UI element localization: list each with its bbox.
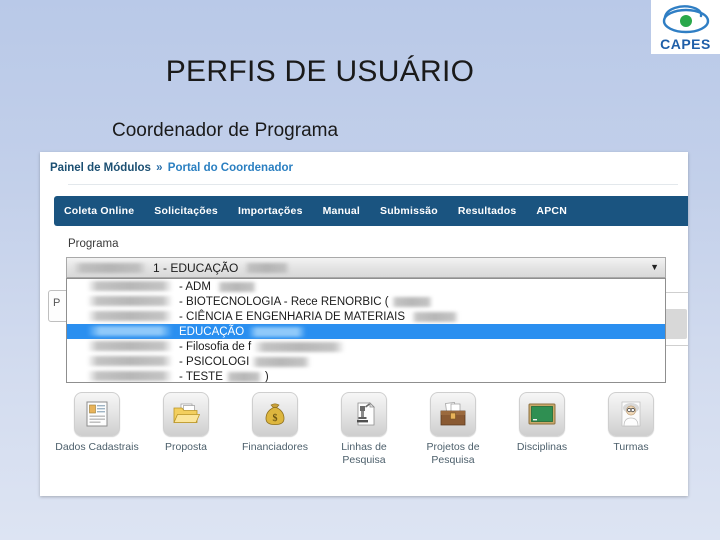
id-card-icon[interactable] (74, 392, 120, 436)
capes-ellipse-mark (662, 4, 709, 33)
programa-select[interactable]: 1 - EDUCAÇÃO ▼ (66, 257, 666, 278)
main-navbar: Coleta Online Solicitações Importações M… (54, 196, 688, 226)
chalkboard-icon[interactable] (519, 392, 565, 436)
nav-item-importacoes[interactable]: Importações (238, 205, 303, 217)
list-item[interactable]: - BIOTECNOLOGIA - Rece RENORBIC ( (67, 294, 665, 309)
list-item-label: - Filosofia de f (179, 341, 346, 353)
list-item[interactable]: - Filosofia de f (67, 339, 665, 354)
redacted-option-code (71, 281, 179, 293)
microscope-icon[interactable] (341, 392, 387, 436)
shortcut-label: Financiadores (242, 441, 308, 453)
list-item-label: - CIÊNCIA E ENGENHARIA DE MATERIAIS (179, 311, 459, 323)
breadcrumb-current: Portal do Coordenador (167, 162, 294, 174)
money-bag-icon[interactable]: $ (252, 392, 298, 436)
background-form-box-left-letter: P (53, 297, 61, 309)
shortcut-label: Linhas de Pesquisa (341, 441, 387, 466)
redacted-option-code (71, 341, 179, 353)
shortcut-label: Disciplinas (516, 441, 568, 453)
header-divider (68, 184, 678, 185)
page-subtitle: Coordenador de Programa (112, 120, 339, 141)
list-item[interactable]: - ADM (67, 279, 665, 294)
shortcut-financiadores[interactable]: $ Financiadores (232, 392, 318, 467)
list-item[interactable]: - PSICOLOGI (67, 354, 665, 369)
nav-item-submissao[interactable]: Submissão (380, 205, 438, 217)
shortcut-dados-cadastrais[interactable]: Dados Cadastrais (54, 392, 140, 467)
redacted-option-code (71, 326, 179, 338)
folder-documents-icon[interactable] (163, 392, 209, 436)
shortcut-disciplinas[interactable]: Disciplinas (499, 392, 585, 467)
list-item-label: - BIOTECNOLOGIA - Rece RENORBIC ( (179, 296, 433, 308)
programa-select-text: 1 - EDUCAÇÃO (153, 260, 239, 275)
capes-wordmark: CAPES (660, 35, 711, 52)
app-screenshot-panel: Painel de Módulos » Portal do Coordenado… (40, 152, 688, 496)
teacher-icon[interactable] (608, 392, 654, 436)
list-item-label: - PSICOLOGI (179, 356, 312, 368)
list-item[interactable]: - CIÊNCIA E ENGENHARIA DE MATERIAIS (67, 309, 665, 324)
shortcut-proposta[interactable]: Proposta (143, 392, 229, 467)
nav-item-coleta-online[interactable]: Coleta Online (64, 205, 134, 217)
shortcut-label: Proposta (164, 441, 208, 453)
chevron-down-icon[interactable]: ▼ (650, 263, 659, 272)
redacted-option-code (71, 311, 179, 323)
list-item[interactable]: - TESTE ) (67, 369, 665, 383)
breadcrumb-root[interactable]: Painel de Módulos (50, 162, 151, 174)
breadcrumb: Painel de Módulos » Portal do Coordenado… (50, 162, 293, 174)
shortcut-turmas[interactable]: Turmas (588, 392, 674, 467)
shortcut-label: Turmas (613, 441, 649, 453)
list-item-label: - TESTE ) (179, 370, 269, 383)
list-item-selected[interactable]: EDUCAÇÃO (67, 324, 665, 339)
shortcut-icon-grid: Dados Cadastrais Proposta $ Financiadore… (54, 392, 674, 467)
shortcut-label: Dados Cadastrais (55, 441, 139, 453)
shortcut-projetos-de-pesquisa[interactable]: Projetos de Pesquisa (410, 392, 496, 467)
nav-item-manual[interactable]: Manual (323, 205, 360, 217)
redacted-option-code (71, 296, 179, 308)
nav-item-apcn[interactable]: APCN (536, 205, 567, 217)
redacted-suffix (244, 262, 291, 273)
nav-item-resultados[interactable]: Resultados (458, 205, 517, 217)
programa-field-label: Programa (68, 238, 119, 250)
redacted-option-code (71, 356, 179, 368)
programa-select-value: 1 - EDUCAÇÃO (67, 260, 291, 275)
redacted-option-code (71, 371, 179, 383)
shortcut-label: Projetos de Pesquisa (426, 441, 480, 466)
svg-text:$: $ (273, 413, 278, 424)
list-item-label: EDUCAÇÃO (179, 326, 307, 338)
programa-dropdown-list[interactable]: - ADM - BIOTECNOLOGIA - Rece RENORBIC ( … (66, 278, 666, 383)
nav-item-solicitacoes[interactable]: Solicitações (154, 205, 218, 217)
briefcase-icon[interactable] (430, 392, 476, 436)
list-item-label: - ADM (179, 281, 257, 293)
page-title: PERFIS DE USUÁRIO (165, 55, 475, 88)
shortcut-linhas-de-pesquisa[interactable]: Linhas de Pesquisa (321, 392, 407, 467)
redacted-prefix (73, 262, 147, 273)
capes-logo: CAPES (651, 0, 720, 54)
breadcrumb-separator: » (156, 162, 163, 174)
